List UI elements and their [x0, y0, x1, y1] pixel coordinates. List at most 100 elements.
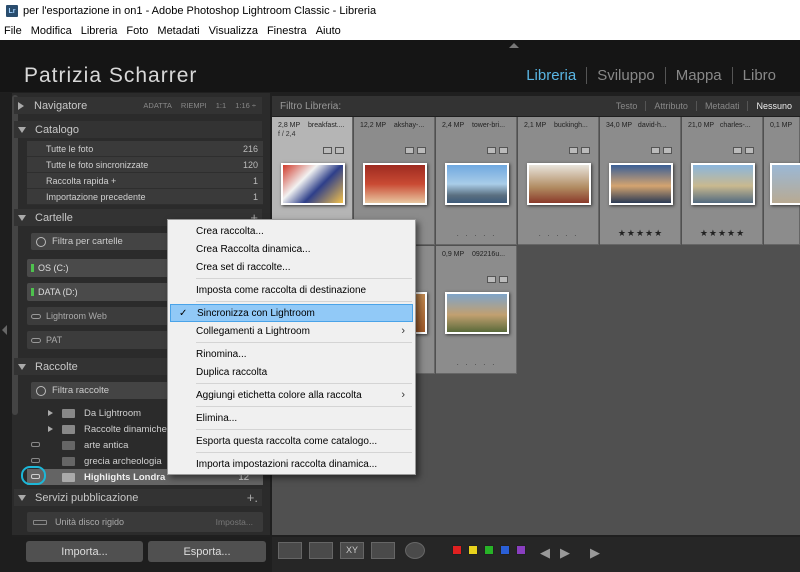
color-label-red[interactable]	[452, 545, 462, 555]
sync-icon[interactable]	[499, 147, 508, 154]
left-panel-strip[interactable]	[0, 93, 12, 572]
sync-icon[interactable]	[499, 276, 508, 283]
loupe-view-icon[interactable]	[309, 542, 333, 559]
zoom-adatta[interactable]: ADATTA	[143, 101, 171, 110]
color-label-blue[interactable]	[500, 545, 510, 555]
menu-crea-set-raccolte[interactable]: Crea set di raccolte...	[170, 258, 413, 276]
folder-filter-input[interactable]: Filtra per cartelle	[31, 233, 171, 250]
menu-crea-raccolta[interactable]: Crea raccolta...	[170, 222, 413, 240]
collection-filter-input[interactable]: Filtra raccolte	[31, 382, 171, 399]
catalog-item-previous-import[interactable]: Importazione precedente 1	[27, 189, 263, 205]
grid-cell[interactable]: 2,4 MP tower-bri... · · · · ·	[436, 117, 517, 245]
catalog-item-all-photos[interactable]: Tutte le foto 216	[27, 141, 263, 157]
photo-thumbnail[interactable]	[445, 292, 509, 334]
sync-icon[interactable]	[335, 147, 344, 154]
filter-tab-nessuno[interactable]: Nessuno	[747, 101, 800, 111]
menu-aggiungi-etichetta-colore[interactable]: Aggiungi etichetta colore alla raccolta …	[170, 386, 413, 404]
menu-file[interactable]: File	[4, 25, 22, 37]
star-rating[interactable]: · · · · ·	[436, 231, 517, 240]
filter-tab-metadati[interactable]: Metadati	[695, 101, 748, 111]
catalog-item-quick-collection[interactable]: Raccolta rapida + 1	[27, 173, 263, 189]
badge-icon[interactable]	[323, 147, 332, 154]
menu-rinomina[interactable]: Rinomina...	[170, 345, 413, 363]
menu-metadati[interactable]: Metadati	[157, 25, 199, 37]
add-publish-service-icon[interactable]: +.	[247, 490, 258, 505]
badge-icon[interactable]	[651, 147, 660, 154]
sync-icon[interactable]	[581, 147, 590, 154]
star-rating[interactable]: ★★★★★	[600, 228, 681, 239]
color-label-yellow[interactable]	[468, 545, 478, 555]
grid-cell[interactable]: 0,9 MP 092216u... · · · · ·	[436, 246, 517, 374]
zoom-1-16[interactable]: 1:16 ÷	[235, 101, 256, 110]
menu-importa-impostazioni[interactable]: Importa impostazioni raccolta dinamica..…	[170, 455, 413, 473]
catalog-header[interactable]: Catalogo	[14, 121, 262, 138]
sync-icon[interactable]	[745, 147, 754, 154]
photo-thumbnail[interactable]	[770, 163, 800, 205]
module-libro[interactable]: Libro	[731, 67, 786, 84]
module-libreria[interactable]: Libreria	[516, 67, 586, 84]
photo-thumbnail[interactable]	[609, 163, 673, 205]
volume-lightroom-web[interactable]: Lightroom Web	[27, 307, 172, 325]
menu-foto[interactable]: Foto	[126, 25, 148, 37]
menu-elimina[interactable]: Elimina...	[170, 409, 413, 427]
grid-cell[interactable]: 21,0 MP charles-... ★★★★★	[682, 117, 763, 245]
previous-photo-icon[interactable]: ◀	[540, 545, 550, 561]
photo-thumbnail[interactable]	[363, 163, 427, 205]
menu-duplica-raccolta[interactable]: Duplica raccolta	[170, 363, 413, 381]
module-mappa[interactable]: Mappa	[664, 67, 732, 84]
menu-imposta-destinazione[interactable]: Imposta come raccolta di destinazione	[170, 281, 413, 299]
sync-icon[interactable]	[417, 147, 426, 154]
survey-view-icon[interactable]	[371, 542, 395, 559]
volume-data-d[interactable]: DATA (D:)	[27, 283, 172, 301]
people-view-icon[interactable]	[405, 542, 425, 559]
navigator-header[interactable]: Navigatore ADATTA RIEMPI 1:1 1:16 ÷	[14, 97, 262, 114]
sync-icon[interactable]	[663, 147, 672, 154]
color-label-purple[interactable]	[516, 545, 526, 555]
menu-crea-raccolta-dinamica[interactable]: Crea Raccolta dinamica...	[170, 240, 413, 258]
grid-view-icon[interactable]	[278, 542, 302, 559]
catalog-item-synced-photos[interactable]: Tutte le foto sincronizzate 120	[27, 157, 263, 173]
badge-icon[interactable]	[487, 147, 496, 154]
menu-aiuto[interactable]: Aiuto	[316, 25, 341, 37]
photo-thumbnail[interactable]	[281, 163, 345, 205]
collapse-top-panel-icon[interactable]	[509, 43, 519, 48]
photo-thumbnail[interactable]	[527, 163, 591, 205]
volume-pat[interactable]: PAT	[27, 331, 172, 349]
next-photo-icon[interactable]: ▶	[560, 545, 570, 561]
zoom-riempi[interactable]: RIEMPI	[181, 101, 207, 110]
photo-thumbnail[interactable]	[445, 163, 509, 205]
expand-icon[interactable]	[48, 410, 53, 416]
grid-cell[interactable]: 2,1 MP buckingh... · · · · ·	[518, 117, 599, 245]
menu-libreria[interactable]: Libreria	[81, 25, 118, 37]
photo-thumbnail[interactable]	[691, 163, 755, 205]
menu-collegamenti-lightroom[interactable]: Collegamenti a Lightroom ›	[170, 322, 413, 340]
expand-icon[interactable]	[48, 426, 53, 432]
menu-finestra[interactable]: Finestra	[267, 25, 307, 37]
volume-os-c[interactable]: OS (C:)	[27, 259, 172, 277]
filter-tab-testo[interactable]: Testo	[608, 101, 646, 111]
compare-view-icon[interactable]: XY	[340, 542, 364, 559]
star-rating[interactable]: · · · · ·	[518, 231, 599, 240]
menu-modifica[interactable]: Modifica	[31, 25, 72, 37]
publish-services-header[interactable]: Servizi pubblicazione +.	[14, 489, 262, 506]
badge-icon[interactable]	[569, 147, 578, 154]
publish-hard-drive[interactable]: Unità disco rigido Imposta...	[27, 512, 263, 532]
badge-icon[interactable]	[733, 147, 742, 154]
zoom-1-1[interactable]: 1:1	[216, 101, 226, 110]
publish-setup-link[interactable]: Imposta...	[216, 517, 253, 527]
menu-sincronizza-lightroom[interactable]: ✓ Sincronizza con Lightroom	[170, 304, 413, 322]
collapse-left-panel-icon[interactable]	[2, 325, 7, 335]
grid-cell[interactable]: 34,0 MP david-h... ★★★★★	[600, 117, 681, 245]
menu-visualizza[interactable]: Visualizza	[209, 25, 258, 37]
color-label-green[interactable]	[484, 545, 494, 555]
badge-icon[interactable]	[405, 147, 414, 154]
export-button[interactable]: Esporta...	[148, 541, 266, 562]
filter-tab-attributo[interactable]: Attributo	[645, 101, 696, 111]
star-rating[interactable]: · · · · ·	[436, 360, 517, 369]
slideshow-play-icon[interactable]: ▶	[590, 545, 600, 561]
module-sviluppo[interactable]: Sviluppo	[586, 67, 665, 84]
star-rating[interactable]: ★★★★★	[682, 228, 763, 239]
badge-icon[interactable]	[487, 276, 496, 283]
grid-cell[interactable]: 0,1 MP	[764, 117, 800, 245]
import-button[interactable]: Importa...	[26, 541, 143, 562]
